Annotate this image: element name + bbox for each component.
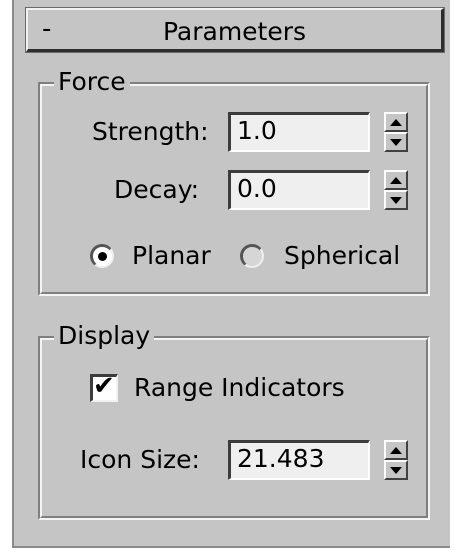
checkmark-icon: ✔ [93, 371, 115, 401]
strength-spinner[interactable] [384, 112, 408, 152]
rollout-title-bar[interactable]: - Parameters [25, 7, 445, 53]
spherical-label[interactable]: Spherical [284, 240, 400, 272]
icon-size-spinner-down-button[interactable] [384, 460, 408, 480]
strength-spinner-up-button[interactable] [384, 112, 408, 132]
icon-size-spinner-up-button[interactable] [384, 440, 408, 460]
icon-size-label: Icon Size: [80, 445, 200, 474]
planar-label[interactable]: Planar [132, 240, 211, 272]
strength-spinner-down-button[interactable] [384, 132, 408, 152]
strength-label: Strength: [92, 117, 209, 146]
icon-size-spinner[interactable] [384, 440, 408, 480]
decay-field[interactable]: 0.0 [228, 170, 370, 210]
decay-label: Decay: [114, 175, 200, 204]
spherical-radio[interactable] [240, 244, 264, 268]
range-indicators-label[interactable]: Range Indicators [134, 372, 345, 404]
arrow-down-icon [390, 138, 402, 146]
arrow-down-icon [390, 466, 402, 474]
strength-field[interactable]: 1.0 [228, 112, 370, 152]
icon-size-field[interactable]: 21.483 [228, 440, 370, 480]
decay-spinner-down-button[interactable] [384, 190, 408, 210]
arrow-up-icon [390, 446, 402, 454]
force-group-legend: Force [54, 66, 130, 98]
decay-spinner-up-button[interactable] [384, 170, 408, 190]
display-group-legend: Display [54, 320, 155, 352]
arrow-up-icon [390, 118, 402, 126]
radio-selected-dot [98, 252, 107, 261]
range-indicators-checkbox[interactable]: ✔ [90, 371, 118, 402]
arrow-down-icon [390, 196, 402, 204]
planar-radio[interactable] [90, 244, 114, 268]
decay-spinner[interactable] [384, 170, 408, 210]
arrow-up-icon [390, 176, 402, 184]
rollout-title: Parameters [162, 17, 307, 46]
display-group: Display [38, 320, 430, 520]
